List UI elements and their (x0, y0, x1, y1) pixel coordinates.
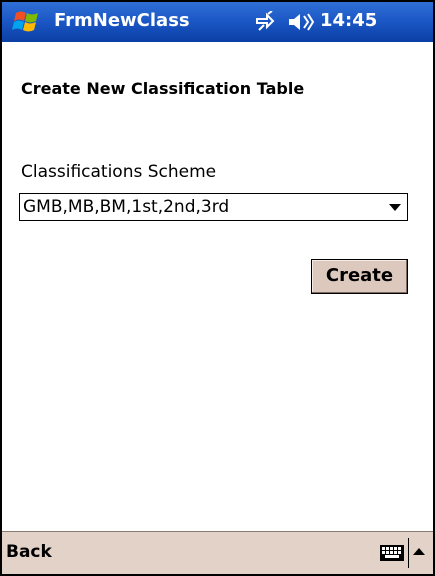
menu-bar: Back (2, 531, 433, 574)
chevron-down-icon[interactable] (389, 204, 401, 211)
up-arrow-icon[interactable] (413, 548, 425, 555)
windows-flag-icon[interactable] (12, 7, 42, 37)
menu-divider (408, 538, 409, 568)
create-button[interactable]: Create (311, 259, 408, 294)
dropdown-selected-value: GMB,MB,BM,1st,2nd,3rd (23, 197, 230, 217)
classification-scheme-label: Classifications Scheme (21, 162, 217, 182)
keyboard-icon[interactable] (379, 543, 405, 563)
page-title: Create New Classification Table (21, 79, 305, 98)
app-title: FrmNewClass (54, 10, 190, 31)
connectivity-icon[interactable] (254, 11, 276, 33)
classification-scheme-dropdown[interactable]: GMB,MB,BM,1st,2nd,3rd (19, 193, 408, 221)
pocket-pc-screen: FrmNewClass 14:45 Create New Classificat… (0, 0, 435, 576)
speaker-icon[interactable] (287, 12, 315, 32)
back-button[interactable]: Back (6, 542, 52, 562)
title-bar: FrmNewClass 14:45 (2, 2, 433, 42)
clock[interactable]: 14:45 (320, 10, 377, 31)
